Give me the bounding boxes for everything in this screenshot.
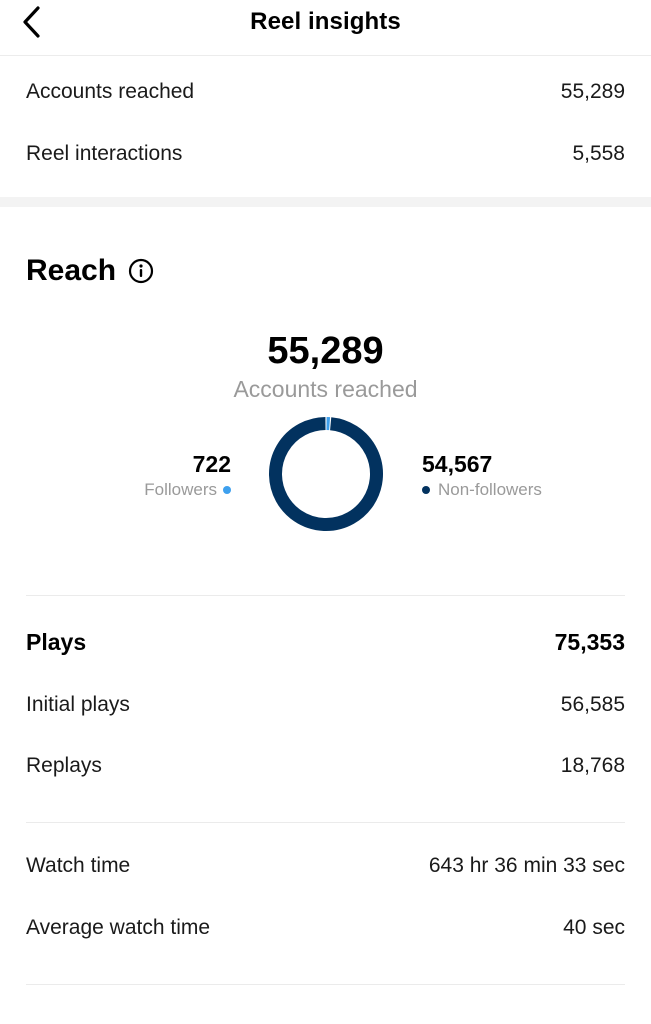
plays-row: Plays 75,353 <box>26 627 625 657</box>
reel-interactions-row: Reel interactions 5,558 <box>26 139 625 169</box>
replays-label: Replays <box>26 754 102 777</box>
reach-section-title: Reach <box>26 254 154 288</box>
divider <box>26 595 625 596</box>
average-watch-time-value: 40 sec <box>563 916 625 939</box>
followers-label: Followers <box>144 480 217 499</box>
plays-label: Plays <box>26 628 87 655</box>
initial-plays-label: Initial plays <box>26 693 130 716</box>
non-followers-value: 54,567 <box>422 451 493 477</box>
section-separator <box>0 197 651 207</box>
non-followers-legend: 54,567 Non-followers <box>422 450 542 502</box>
divider <box>26 984 625 985</box>
plays-value: 75,353 <box>554 628 625 655</box>
reach-total-value: 55,289 <box>267 330 384 372</box>
reel-interactions-label: Reel interactions <box>26 142 183 165</box>
average-watch-time-row: Average watch time 40 sec <box>26 913 625 943</box>
replays-value: 18,768 <box>560 754 625 777</box>
reach-donut-chart <box>269 417 383 531</box>
accounts-reached-label: Accounts reached <box>26 80 195 103</box>
top-bar: Reel insights <box>0 0 651 56</box>
followers-legend: 722 Followers <box>144 450 231 502</box>
non-followers-label: Non-followers <box>438 480 542 499</box>
average-watch-time-label: Average watch time <box>26 916 211 939</box>
reach-title: Reach <box>26 254 117 287</box>
page-title: Reel insights <box>250 8 401 35</box>
followers-dot <box>223 486 231 494</box>
watch-time-value: 643 hr 36 min 33 sec <box>428 854 625 877</box>
info-icon[interactable] <box>128 258 154 284</box>
non-followers-dot <box>422 486 430 494</box>
initial-plays-value: 56,585 <box>560 693 625 716</box>
divider <box>26 822 625 823</box>
accounts-reached-value: 55,289 <box>560 80 625 103</box>
watch-time-label: Watch time <box>26 854 131 877</box>
watch-time-row: Watch time 643 hr 36 min 33 sec <box>26 851 625 881</box>
reel-interactions-value: 5,558 <box>572 142 625 165</box>
initial-plays-row: Initial plays 56,585 <box>26 690 625 720</box>
followers-value: 722 <box>192 451 231 477</box>
accounts-reached-row: Accounts reached 55,289 <box>26 77 625 107</box>
replays-row: Replays 18,768 <box>26 751 625 781</box>
reach-total-caption: Accounts reached <box>233 376 418 402</box>
non-followers-slice <box>269 417 383 531</box>
